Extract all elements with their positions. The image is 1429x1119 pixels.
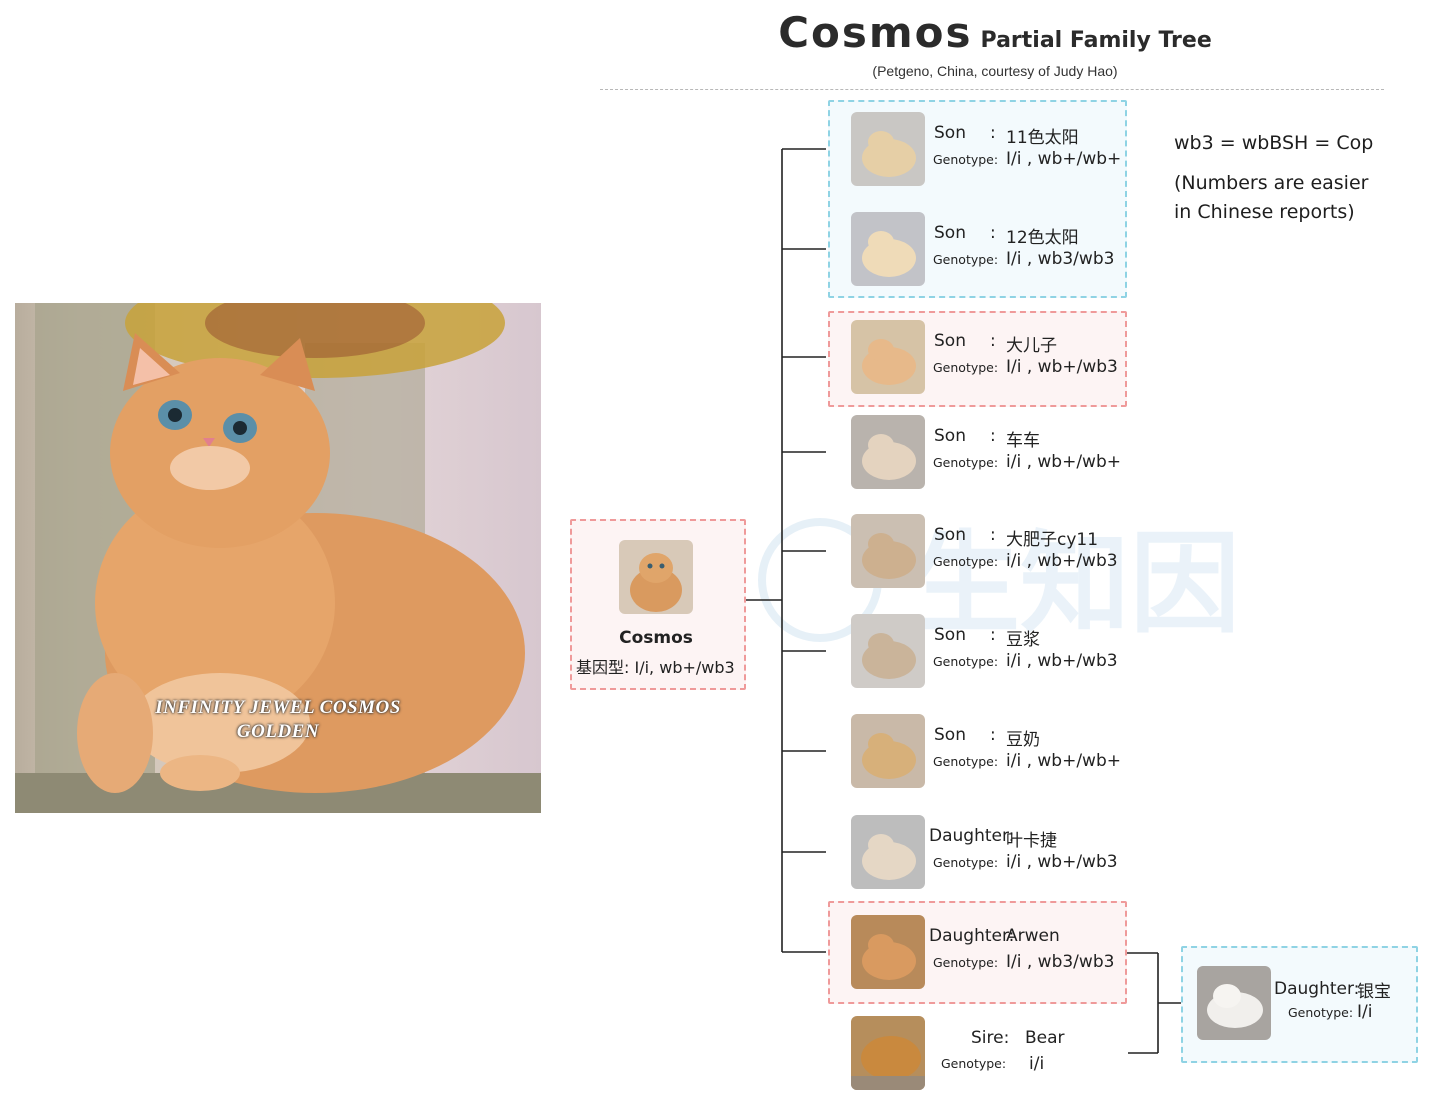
offspring-role: Son (934, 625, 966, 645)
page-title: Cosmos Partial Family Tree (600, 8, 1390, 57)
offspring-genotype-label: Genotype: (933, 654, 999, 669)
sire-thumb (851, 1016, 925, 1090)
offspring-genotype-label: Genotype: (933, 252, 999, 267)
offspring-separator: : (990, 223, 996, 243)
offspring-role: Son (934, 725, 966, 745)
offspring-genotype: I/i , wb+/wb+ (1006, 149, 1122, 169)
offspring-thumb (851, 915, 925, 989)
offspring-name: 豆浆 (1006, 630, 1040, 650)
offspring-genotype: i/i , wb+/wb3 (1006, 852, 1118, 872)
offspring-genotype: I/i , wb+/wb3 (1006, 357, 1118, 377)
offspring-role: Daughter: (929, 826, 1015, 846)
title-main: Cosmos (778, 8, 973, 57)
offspring-role: Son (934, 426, 966, 446)
offspring-name: 豆奶 (1006, 730, 1040, 750)
offspring-genotype-label: Genotype: (933, 152, 999, 167)
hero-caption-line1: INFINITY JEWEL COSMOS (155, 697, 401, 718)
offspring-thumb (851, 815, 925, 889)
offspring-genotype-label: Genotype: (933, 855, 999, 870)
cosmos-thumb (619, 540, 693, 614)
hero-caption: INFINITY JEWEL COSMOS GOLDEN (15, 696, 541, 744)
granddaughter-genotype: I/i (1357, 1002, 1373, 1022)
sire-name: Bear (1025, 1028, 1065, 1048)
granddaughter-genotype-label: Genotype: (1288, 1005, 1354, 1020)
note-line2: (Numbers are easier (1174, 172, 1369, 194)
offspring-thumb (851, 112, 925, 186)
offspring-genotype-label: Genotype: (933, 360, 999, 375)
offspring-name: 12色太阳 (1006, 228, 1079, 248)
offspring-separator: : (990, 426, 996, 446)
offspring-genotype: i/i , wb+/wb3 (1006, 651, 1118, 671)
offspring-role: Son (934, 223, 966, 243)
credit-line: (Petgeno, China, courtesy of Judy Hao) (872, 63, 1118, 79)
title-subtitle: Partial Family Tree (980, 28, 1212, 53)
offspring-name: 11色太阳 (1006, 128, 1079, 148)
sire-genotype: i/i (1029, 1054, 1045, 1074)
cosmos-genotype-value: I/i, wb+/wb3 (634, 658, 735, 677)
offspring-genotype: i/i , wb+/wb+ (1006, 751, 1121, 771)
offspring-genotype-label: Genotype: (933, 955, 999, 970)
offspring-genotype-label: Genotype: (933, 455, 999, 470)
offspring-role: Daughter: (929, 926, 1015, 946)
offspring-genotype-label: Genotype: (933, 554, 999, 569)
offspring-thumb (851, 714, 925, 788)
header-divider (600, 89, 1384, 90)
granddaughter-name: 银宝 (1357, 982, 1391, 1002)
cosmos-name: Cosmos (619, 628, 693, 648)
cosmos-genotype-label: 基因型: (576, 658, 630, 677)
granddaughter-thumb (1197, 966, 1271, 1040)
offspring-thumb (851, 320, 925, 394)
offspring-role: Son (934, 525, 966, 545)
sire-role: Sire: (971, 1028, 1010, 1048)
offspring-name: 车车 (1006, 431, 1040, 451)
offspring-thumb (851, 212, 925, 286)
offspring-role: Son (934, 331, 966, 351)
offspring-name: Arwen (1006, 926, 1060, 946)
offspring-genotype: i/i , wb+/wb3 (1006, 551, 1118, 571)
offspring-genotype: I/i , wb3/wb3 (1006, 952, 1115, 972)
offspring-separator: : (990, 625, 996, 645)
note-line3: in Chinese reports) (1174, 201, 1355, 223)
hero-cat-photo: INFINITY JEWEL COSMOS GOLDEN (15, 303, 541, 813)
offspring-name: 大儿子 (1006, 336, 1057, 356)
offspring-thumb (851, 415, 925, 489)
offspring-genotype-label: Genotype: (933, 754, 999, 769)
offspring-role: Son (934, 123, 966, 143)
offspring-name: 叶卡捷 (1006, 831, 1057, 851)
offspring-separator: : (990, 123, 996, 143)
offspring-genotype: I/i , wb3/wb3 (1006, 249, 1115, 269)
offspring-name: 大肥子cy11 (1006, 530, 1099, 550)
granddaughter-role: Daughter: (1274, 979, 1360, 999)
sire-genotype-label: Genotype: (941, 1056, 1007, 1071)
offspring-separator: : (990, 725, 996, 745)
note-line1: wb3 = wbBSH = Cop (1174, 132, 1374, 154)
offspring-separator: : (990, 525, 996, 545)
cosmos-genotype: 基因型: I/i, wb+/wb3 (576, 654, 748, 678)
hero-caption-line2: GOLDEN (236, 721, 320, 742)
offspring-thumb (851, 514, 925, 588)
offspring-separator: : (990, 331, 996, 351)
offspring-thumb (851, 614, 925, 688)
offspring-genotype: i/i , wb+/wb+ (1006, 452, 1121, 472)
